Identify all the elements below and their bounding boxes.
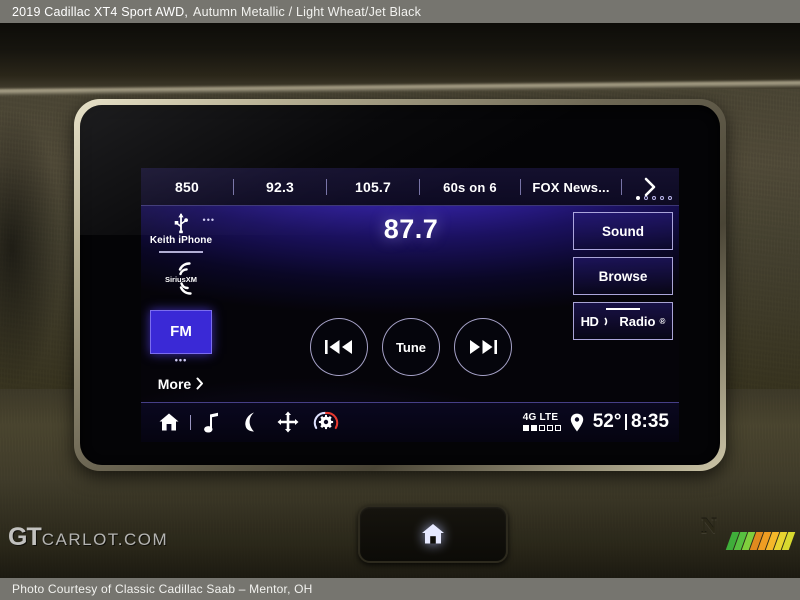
svg-text:SiriusXM: SiriusXM (165, 275, 197, 284)
vehicle-title: 2019 Cadillac XT4 Sport AWD, (12, 4, 189, 19)
preset-bar[interactable]: 850 92.3 105.7 60s on 6 FOX News... (141, 168, 679, 206)
infotainment-screen[interactable]: 850 92.3 105.7 60s on 6 FOX News... ••• … (141, 168, 679, 442)
hd-radio-label: Radio (619, 313, 656, 329)
temperature-and-clock: 52° 8:35 (593, 411, 669, 433)
chevron-right-icon (196, 377, 204, 390)
page-dot (660, 196, 664, 200)
clock-time: 8:35 (630, 411, 669, 432)
hd-radio-button[interactable]: HD Radio ® (573, 302, 673, 340)
tune-button-label: Tune (395, 339, 427, 355)
siriusxm-icon: SiriusXM (165, 261, 197, 295)
overflow-dots-icon: ••• (202, 215, 215, 225)
tune-button[interactable]: Tune (382, 318, 440, 376)
home-icon[interactable] (150, 403, 188, 441)
photo-credit: Photo Courtesy of Classic Cadillac Saab … (12, 582, 313, 596)
source-usb-label: Keith iPhone (149, 235, 213, 246)
signal-bar (538, 425, 545, 431)
watermark-domain: CARLOT.COM (41, 530, 169, 549)
signal-bars (522, 425, 561, 431)
home-icon (422, 524, 444, 544)
status-bar[interactable]: 4G LTE 52° 8:35 (141, 402, 679, 442)
chevron-right-icon[interactable] (622, 177, 679, 197)
more-sources-label: More (157, 375, 192, 392)
nfc-icon: N (701, 513, 717, 538)
next-track-button[interactable] (454, 318, 512, 376)
preset-page-dots (636, 196, 672, 200)
preset-button-4[interactable]: 60s on 6 (420, 180, 520, 195)
transport-controls[interactable]: Tune (221, 318, 601, 376)
usb-icon (174, 213, 188, 234)
preset-button-5[interactable]: FOX News... (521, 180, 621, 195)
screen-glass: 850 92.3 105.7 60s on 6 FOX News... ••• … (80, 105, 720, 465)
more-sources-button[interactable]: More (158, 376, 204, 392)
hd-radio-prefix: HD (580, 313, 599, 329)
status-bar-right: 4G LTE 52° 8:35 (522, 411, 679, 433)
location-pin-icon (570, 413, 583, 431)
previous-track-button[interactable] (310, 318, 368, 376)
network-label: 4G LTE (522, 412, 559, 423)
network-status: 4G LTE (522, 412, 561, 431)
phone-icon[interactable] (231, 403, 269, 441)
watermark-brand: GT (8, 523, 42, 551)
page-dot (644, 196, 648, 200)
status-bar-icons[interactable] (141, 403, 345, 441)
signal-bar (530, 425, 537, 431)
vehicle-colors: Autumn Metallic / Light Wheat/Jet Black (193, 4, 422, 19)
signal-bar (546, 425, 553, 431)
status-divider (190, 414, 191, 430)
source-usb[interactable]: ••• Keith iPhone (145, 212, 217, 253)
source-fm-button[interactable]: FM ••• (150, 309, 212, 365)
overflow-dots-icon: ••• (174, 354, 188, 365)
signal-bar (522, 425, 529, 431)
source-usb-underline (159, 251, 203, 253)
physical-home-button[interactable] (358, 505, 508, 563)
browse-button-label: Browse (598, 268, 648, 284)
preset-button-1[interactable]: 850 (141, 179, 233, 195)
sound-button[interactable]: Sound (573, 212, 673, 250)
hd-radio-trademark: ® (659, 316, 666, 326)
status-divider (625, 414, 627, 430)
preset-button-3[interactable]: 105.7 (327, 179, 419, 195)
skip-back-icon (325, 340, 352, 354)
skip-forward-icon (470, 340, 497, 354)
side-action-buttons[interactable]: Sound Browse HD Radio ® (573, 212, 673, 340)
signal-bar (554, 425, 561, 431)
browse-button[interactable]: Browse (573, 257, 673, 295)
page-dot (652, 196, 656, 200)
hd-radio-wave-icon (604, 316, 608, 326)
current-frequency: 87.7 (383, 214, 439, 244)
sound-button-label: Sound (602, 223, 644, 239)
source-fm-label: FM (170, 323, 192, 340)
hd-radio-bar (606, 308, 640, 310)
watermark-gtcarlot: GT CARLOT.COM (8, 523, 168, 552)
preset-button-2[interactable]: 92.3 (234, 179, 326, 195)
page-dot (668, 196, 672, 200)
page-dot (636, 196, 640, 200)
outside-temperature: 52° (592, 411, 622, 432)
screenshot-root: 850 92.3 105.7 60s on 6 FOX News... ••• … (0, 0, 800, 600)
vehicle-settings-icon[interactable] (307, 403, 345, 441)
watermark-slash-logo (725, 530, 796, 550)
photo-credit-bar: Photo Courtesy of Classic Cadillac Saab … (0, 578, 800, 600)
source-siriusxm[interactable]: SiriusXM (145, 261, 217, 296)
photo-title-bar: 2019 Cadillac XT4 Sport AWD, Autumn Meta… (0, 0, 800, 23)
navigation-icon[interactable] (269, 403, 307, 441)
audio-note-icon[interactable] (193, 403, 231, 441)
vehicle-interior-photo: 850 92.3 105.7 60s on 6 FOX News... ••• … (0, 23, 800, 578)
